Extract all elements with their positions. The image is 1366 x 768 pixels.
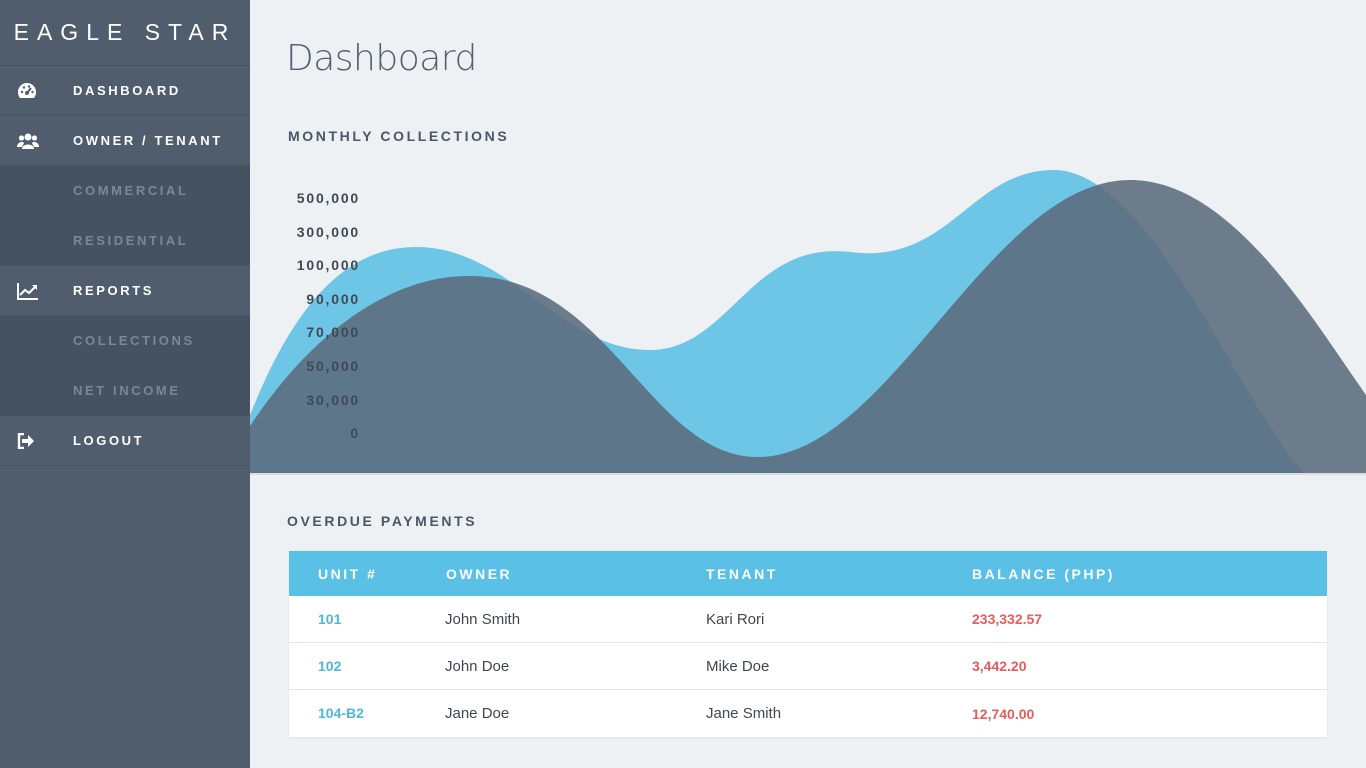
sidebar-item-label: LOGOUT bbox=[73, 433, 145, 448]
owner-cell: John Doe bbox=[445, 657, 510, 675]
balance-cell: 233,332.57 bbox=[972, 611, 1043, 627]
column-header-owner[interactable]: OWNER bbox=[445, 566, 706, 582]
column-header-unit[interactable]: UNIT # bbox=[289, 566, 445, 582]
sidebar-item-owner-tenant[interactable]: OWNER / TENANT bbox=[0, 116, 250, 166]
chart-baseline bbox=[250, 473, 1366, 475]
brand-logo[interactable]: EAGLE STAR bbox=[0, 0, 250, 66]
sidebar-item-label: COMMERCIAL bbox=[73, 183, 189, 198]
y-axis-tick-label: 500,000 bbox=[296, 190, 360, 206]
sidebar: EAGLE STAR DASHBOARD OWNER / TENANT COMM… bbox=[0, 0, 250, 768]
column-header-tenant[interactable]: TENANT bbox=[706, 566, 972, 582]
sidebar-item-label: REPORTS bbox=[73, 283, 155, 298]
sidebar-item-dashboard[interactable]: DASHBOARD bbox=[0, 66, 250, 116]
y-axis-tick-label: 300,000 bbox=[296, 224, 360, 240]
sidebar-item-residential[interactable]: RESIDENTIAL bbox=[0, 216, 250, 266]
y-axis-tick-label: 100,000 bbox=[296, 257, 360, 273]
sidebar-item-commercial[interactable]: COMMERCIAL bbox=[0, 166, 250, 216]
balance-cell: 3,442.20 bbox=[972, 658, 1027, 674]
sidebar-item-net-income[interactable]: NET INCOME bbox=[0, 366, 250, 416]
main-content: Dashboard MONTHLY COLLECTIONS 500,000 30… bbox=[250, 0, 1366, 768]
collections-chart bbox=[250, 165, 1366, 475]
owner-cell: Jane Doe bbox=[445, 705, 510, 722]
sidebar-item-logout[interactable]: LOGOUT bbox=[0, 416, 250, 466]
y-axis-tick-label: 70,000 bbox=[306, 324, 360, 340]
sidebar-item-label: DASHBOARD bbox=[73, 83, 181, 98]
y-axis-tick-label: 0 bbox=[350, 425, 360, 441]
tenant-cell: Jane Smith bbox=[706, 705, 782, 722]
table-row[interactable]: 101 John Smith Kari Rori 233,332.57 bbox=[289, 596, 1327, 643]
y-axis-tick-label: 30,000 bbox=[306, 392, 360, 408]
column-header-balance[interactable]: BALANCE (PHP) bbox=[972, 566, 1327, 582]
table-row[interactable]: 102 John Doe Mike Doe 3,442.20 bbox=[289, 643, 1327, 690]
y-axis-tick-label: 50,000 bbox=[306, 358, 360, 374]
y-axis-tick-label: 90,000 bbox=[306, 291, 360, 307]
sidebar-item-label: COLLECTIONS bbox=[73, 333, 195, 348]
sidebar-item-label: RESIDENTIAL bbox=[73, 233, 189, 248]
tenant-cell: Kari Rori bbox=[706, 610, 765, 628]
dashboard-gauge-icon bbox=[0, 82, 73, 100]
section-title-collections: MONTHLY COLLECTIONS bbox=[288, 128, 510, 144]
sidebar-item-reports[interactable]: REPORTS bbox=[0, 266, 250, 316]
line-chart-icon bbox=[0, 282, 73, 300]
page-title: Dashboard bbox=[286, 38, 477, 79]
unit-link[interactable]: 102 bbox=[318, 658, 341, 674]
section-title-overdue: OVERDUE PAYMENTS bbox=[287, 513, 478, 529]
unit-link[interactable]: 101 bbox=[318, 611, 341, 627]
unit-link[interactable]: 104-B2 bbox=[318, 705, 364, 721]
collections-chart-svg bbox=[250, 170, 1366, 474]
sidebar-item-label: OWNER / TENANT bbox=[73, 133, 223, 148]
sign-out-icon bbox=[0, 432, 73, 449]
tenant-cell: Mike Doe bbox=[706, 657, 770, 675]
sidebar-item-label: NET INCOME bbox=[73, 383, 181, 398]
owner-cell: John Smith bbox=[445, 610, 521, 628]
overdue-payments-table: UNIT # OWNER TENANT BALANCE (PHP) 101 Jo… bbox=[289, 551, 1327, 737]
table-header: UNIT # OWNER TENANT BALANCE (PHP) bbox=[289, 551, 1327, 596]
sidebar-item-collections[interactable]: COLLECTIONS bbox=[0, 316, 250, 366]
balance-cell: 12,740.00 bbox=[972, 705, 1035, 722]
users-icon bbox=[0, 132, 73, 150]
table-row[interactable]: 104-B2 Jane Doe Jane Smith 12,740.00 bbox=[289, 690, 1327, 737]
